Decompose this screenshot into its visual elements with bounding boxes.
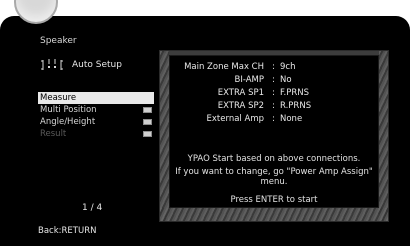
menu-item-label: Multi Position bbox=[40, 105, 97, 115]
back-hint: Back:RETURN bbox=[38, 226, 97, 236]
menu-item-label: Measure bbox=[40, 93, 77, 103]
colon: : bbox=[272, 62, 275, 72]
page-title: Speaker bbox=[40, 36, 77, 46]
screen: Speaker Auto Setup Measure Multi Positio… bbox=[0, 0, 410, 246]
conn-row: Main Zone Max CH : 9ch bbox=[170, 62, 380, 74]
menu-item-result: Result bbox=[38, 128, 154, 140]
message-line-1: YPAO Start based on above connections. bbox=[187, 154, 361, 164]
conn-label: EXTRA SP2 bbox=[217, 101, 264, 111]
conn-label: External Amp bbox=[206, 114, 264, 124]
conn-row: BI-AMP : No bbox=[170, 75, 380, 87]
conn-value: F.PRNS bbox=[280, 88, 310, 98]
square-icon bbox=[143, 131, 152, 137]
knob-icon bbox=[14, 0, 58, 24]
conn-value: R.PRNS bbox=[280, 101, 312, 111]
frame-texture-bottom bbox=[160, 208, 388, 221]
conn-value: 9ch bbox=[280, 62, 296, 72]
conn-label: EXTRA SP1 bbox=[217, 88, 264, 98]
conn-row: External Amp : None bbox=[170, 114, 380, 126]
setup-menu: Measure Multi Position Angle/Height Resu… bbox=[38, 92, 154, 140]
auto-setup-label: Auto Setup bbox=[72, 60, 122, 70]
menu-item-measure[interactable]: Measure bbox=[38, 92, 154, 104]
menu-item-label: Result bbox=[40, 129, 67, 139]
conn-row: EXTRA SP2 : R.PRNS bbox=[170, 101, 380, 113]
conn-label: BI-AMP bbox=[234, 75, 265, 85]
enter-prompt: Press ENTER to start bbox=[230, 195, 318, 205]
conn-label: Main Zone Max CH bbox=[184, 62, 264, 72]
message-line-3: menu. bbox=[260, 177, 288, 187]
page-indicator: 1 / 4 bbox=[82, 203, 103, 213]
menu-item-angle-height[interactable]: Angle/Height bbox=[38, 116, 154, 128]
menu-item-label: Angle/Height bbox=[40, 117, 96, 127]
square-icon bbox=[143, 119, 152, 125]
colon: : bbox=[272, 88, 275, 98]
conn-row: EXTRA SP1 : F.PRNS bbox=[170, 88, 380, 100]
conn-value: None bbox=[280, 114, 303, 124]
speaker-layout-icon bbox=[41, 59, 63, 70]
colon: : bbox=[272, 114, 275, 124]
menu-item-multi-position[interactable]: Multi Position bbox=[38, 104, 154, 116]
colon: : bbox=[272, 75, 275, 85]
colon: : bbox=[272, 101, 275, 111]
square-icon bbox=[143, 107, 152, 113]
message-line-2: If you want to change, go "Power Amp Ass… bbox=[175, 167, 373, 177]
conn-value: No bbox=[280, 75, 292, 85]
